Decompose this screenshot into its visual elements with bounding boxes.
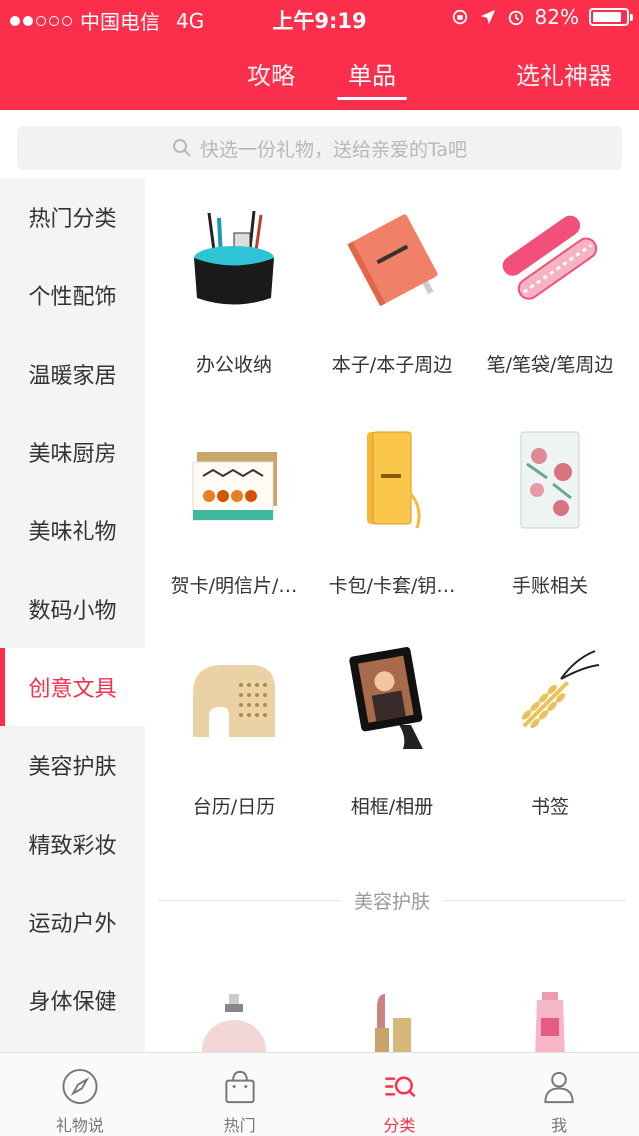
search-icon: [172, 139, 191, 157]
sidebar-item-outdoor[interactable]: 运动户外: [0, 883, 145, 961]
journal-image: [490, 419, 610, 539]
sidebar-item-label: 运动户外: [28, 911, 117, 937]
compass-icon: [62, 1068, 98, 1105]
nav-gift-talk[interactable]: 礼物说: [0, 1053, 160, 1136]
sidebar-item-label: 热门分类: [28, 207, 117, 233]
tab-guides[interactable]: 攻略: [247, 56, 295, 91]
sidebar-item-label: 数码小物: [28, 598, 117, 624]
location-arrow-icon: [480, 9, 495, 25]
grid-item-label: 笔/笔袋/笔周边: [486, 354, 614, 376]
rotation-lock-icon: [452, 9, 467, 25]
battery-icon: [589, 8, 633, 26]
grid-item[interactable]: 本子/本子周边: [313, 198, 471, 419]
perfume-bottle-image[interactable]: [155, 988, 313, 1052]
search-input[interactable]: 快选一份礼物，送给亲爱的Ta吧: [17, 126, 622, 170]
category-content: 办公收纳 本子/本子周边 笔/笔袋/笔周边 贺卡/明信片/… 卡包/卡套/钥… …: [145, 178, 639, 1052]
status-bar: 中国电信 4G 上午9:19 82%: [0, 0, 639, 36]
section-title: 美容护肤: [354, 890, 431, 913]
subcategory-grid: 办公收纳 本子/本子周边 笔/笔袋/笔周边 贺卡/明信片/… 卡包/卡套/钥… …: [155, 198, 629, 861]
grid-item-label: 台历/日历: [192, 796, 276, 818]
shopping-bag-icon: [225, 1070, 255, 1104]
nav-label: 礼物说: [55, 1116, 104, 1135]
nav-label: 热门: [223, 1116, 256, 1135]
nav-label: 分类: [383, 1116, 416, 1135]
section-divider: 美容护肤: [158, 888, 627, 913]
grid-item-label: 手账相关: [511, 575, 588, 597]
nav-me[interactable]: 我: [479, 1053, 639, 1136]
card-wallet-image: [332, 419, 452, 539]
grid-item-label: 贺卡/明信片/…: [170, 575, 298, 597]
photo-frame-image: [332, 640, 452, 760]
app-header: 中国电信 4G 上午9:19 82% 攻略 单品 选礼神器: [0, 0, 639, 110]
grid-item[interactable]: 卡包/卡套/钥…: [313, 419, 471, 640]
sidebar-item-label: 个性配饰: [28, 285, 117, 311]
sidebar-item-makeup[interactable]: 精致彩妆: [0, 804, 145, 882]
nav-category[interactable]: 分类: [320, 1053, 480, 1136]
active-tab-indicator: [337, 97, 407, 100]
sidebar-item-skincare[interactable]: 美容护肤: [0, 726, 145, 804]
sidebar-item-label: 美味厨房: [28, 442, 117, 468]
grid-item-label: 相框/相册: [350, 796, 434, 818]
category-search-icon: [385, 1076, 416, 1098]
status-right: 82%: [451, 5, 633, 29]
lotion-tube-image[interactable]: [471, 988, 629, 1052]
grid-item-label: 卡包/卡套/钥…: [328, 575, 456, 597]
desk-calendar-image: [174, 640, 294, 760]
nav-hot[interactable]: 热门: [160, 1053, 320, 1136]
person-icon: [544, 1071, 574, 1104]
alarm-icon: [508, 10, 523, 26]
category-sidebar: 热门分类 个性配饰 温暖家居 美味厨房 美味礼物 数码小物 创意文具 美容护肤 …: [0, 178, 145, 1052]
grid-item[interactable]: 相框/相册: [313, 640, 471, 861]
tab-gift-picker[interactable]: 选礼神器: [516, 56, 612, 91]
bookmark-image: [490, 640, 610, 760]
sidebar-item-label: 创意文具: [28, 676, 117, 702]
grid-item[interactable]: 办公收纳: [155, 198, 313, 419]
sidebar-item-label: 精致彩妆: [28, 833, 117, 859]
divider-line: [158, 899, 340, 901]
grid-item[interactable]: 台历/日历: [155, 640, 313, 861]
sidebar-item-label: 温暖家居: [28, 363, 117, 389]
grid-item-label: 办公收纳: [195, 354, 272, 376]
divider-line: [444, 899, 627, 901]
search-placeholder: 快选一份礼物，送给亲爱的Ta吧: [199, 138, 468, 161]
sidebar-item-kitchen[interactable]: 美味厨房: [0, 413, 145, 491]
grid-item-label: 书签: [530, 796, 569, 818]
grid-item[interactable]: 书签: [471, 640, 629, 861]
greeting-card-image: [174, 419, 294, 539]
grid-item[interactable]: 笔/笔袋/笔周边: [471, 198, 629, 419]
tab-items[interactable]: 单品: [348, 56, 396, 91]
lipstick-image[interactable]: [313, 988, 471, 1052]
sidebar-item-label: 美味礼物: [28, 520, 117, 546]
grid-item-label: 本子/本子周边: [331, 354, 453, 376]
sidebar-item-food-gifts[interactable]: 美味礼物: [0, 491, 145, 569]
nav-label: 我: [551, 1116, 568, 1135]
desk-organizer-image: [174, 198, 294, 318]
sidebar-item-label: 美容护肤: [28, 755, 117, 781]
battery-percent: 82%: [534, 5, 579, 29]
grid-item[interactable]: 贺卡/明信片/…: [155, 419, 313, 640]
bottom-tab-bar: 礼物说 热门 分类 我: [0, 1052, 639, 1136]
search-area: 快选一份礼物，送给亲爱的Ta吧: [0, 110, 639, 178]
top-tabs: 攻略 单品 选礼神器: [0, 44, 639, 110]
sidebar-item-digital[interactable]: 数码小物: [0, 569, 145, 647]
sidebar-item-home[interactable]: 温暖家居: [0, 335, 145, 413]
next-section-items: [155, 988, 629, 1052]
sidebar-item-accessories[interactable]: 个性配饰: [0, 256, 145, 334]
sidebar-item-hot[interactable]: 热门分类: [0, 178, 145, 256]
notebook-image: [332, 198, 452, 318]
sidebar-item-health[interactable]: 身体保健: [0, 961, 145, 1039]
sidebar-item-stationery[interactable]: 创意文具: [0, 647, 145, 727]
grid-item[interactable]: 手账相关: [471, 419, 629, 640]
sidebar-item-label: 身体保健: [28, 990, 117, 1016]
pencil-case-image: [490, 198, 610, 318]
